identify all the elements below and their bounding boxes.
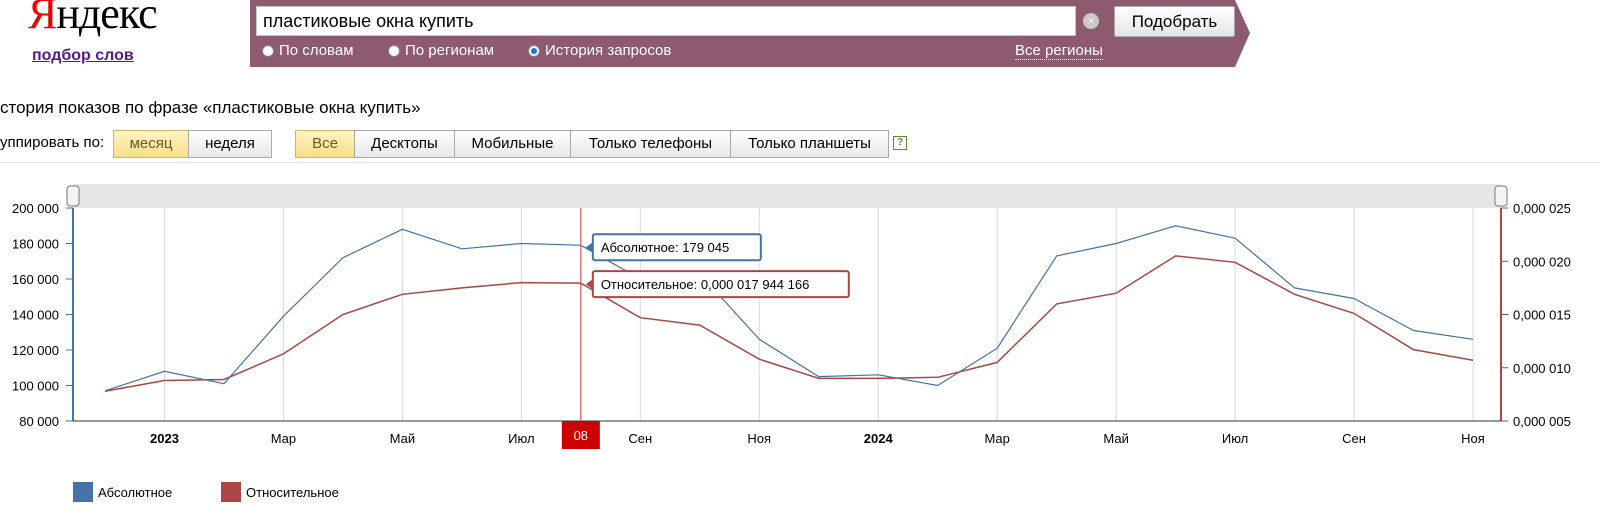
- device-tablets-button[interactable]: Только планшеты: [730, 130, 889, 158]
- radio-icon[interactable]: [262, 45, 274, 57]
- series-line-absolute: [104, 225, 1474, 392]
- device-mobile-button[interactable]: Мобильные: [454, 130, 571, 158]
- y-left-tick-label: 160 000: [12, 272, 59, 287]
- x-tick-label: Ноя: [747, 431, 771, 446]
- x-tick-label: Май: [1103, 431, 1128, 446]
- device-all-button[interactable]: Все: [295, 130, 355, 158]
- legend-label-absolute[interactable]: Абсолютное: [98, 485, 172, 500]
- navigator-left-handle: [66, 185, 80, 207]
- radio-icon[interactable]: [388, 45, 400, 57]
- mode-by-regions[interactable]: По регионам: [388, 43, 494, 59]
- x-tick-label: Июл: [1222, 431, 1248, 446]
- history-chart[interactable]: 2023 Мар Май Июл Сен Ноя 2024 Мар Май Июл Сен Ноя 20…: [0, 180, 1600, 480]
- y-right-tick-label: 0,000 020: [1513, 254, 1571, 269]
- x-tick-label: Июл: [508, 431, 534, 446]
- group-week-button[interactable]: неделя: [188, 130, 272, 158]
- x-tick-label: Мар: [984, 431, 1009, 446]
- x-tick-label: Май: [390, 431, 415, 446]
- y-left-tick-label: 180 000: [12, 237, 59, 252]
- navigator-right-handle: [1494, 185, 1508, 207]
- x-tick-label: Мар: [271, 431, 296, 446]
- radio-selected-icon[interactable]: [528, 45, 540, 57]
- all-regions-link[interactable]: Все регионы: [1015, 43, 1103, 60]
- pick-button[interactable]: Подобрать: [1114, 6, 1235, 37]
- group-by-label: уппировать по:: [0, 134, 105, 151]
- y-left-tick-label: 200 000: [12, 201, 59, 216]
- x-tick-label: Сен: [628, 431, 652, 446]
- group-month-button[interactable]: месяц: [113, 130, 189, 158]
- y-left-tick-label: 140 000: [12, 308, 59, 323]
- navigator-strip: [73, 184, 1501, 208]
- legend-swatch-relative[interactable]: [221, 482, 241, 502]
- wordstat-link[interactable]: подбор слов: [32, 47, 134, 65]
- y-left-tick-label: 100 000: [12, 379, 59, 394]
- y-left-tick-label: 120 000: [12, 343, 59, 358]
- y-left-tick-label: 80 000: [19, 414, 59, 429]
- divider: [0, 162, 1600, 163]
- y-right-tick-label: 0,000 025: [1513, 201, 1571, 216]
- tooltip-absolute-text: Абсолютное: 179 045: [601, 240, 729, 255]
- device-phones-button[interactable]: Только телефоны: [570, 130, 731, 158]
- x-tick-label: 2023: [150, 431, 179, 446]
- x-tick-label: Ноя: [1461, 431, 1485, 446]
- mode-by-words[interactable]: По словам: [262, 43, 354, 59]
- clear-icon[interactable]: ×: [1083, 13, 1099, 29]
- tooltip-relative-text: Относительное: 0,000 017 944 166: [601, 277, 810, 292]
- yandex-logo[interactable]: Яндекс: [28, 0, 158, 36]
- x-tick-label: 2024: [864, 431, 894, 446]
- x-tick-label: Сен: [1342, 431, 1366, 446]
- hover-marker-label: 08: [574, 428, 588, 443]
- y-right-tick-label: 0,000 005: [1513, 414, 1571, 429]
- legend-label-relative[interactable]: Относительное: [246, 485, 339, 500]
- y-right-tick-label: 0,000 010: [1513, 361, 1571, 376]
- legend-swatch-absolute[interactable]: [73, 482, 93, 502]
- help-icon[interactable]: ?: [893, 136, 907, 150]
- y-right-tick-label: 0,000 015: [1513, 308, 1571, 323]
- device-desktop-button[interactable]: Десктопы: [354, 130, 455, 158]
- mode-history[interactable]: История запросов: [528, 43, 671, 59]
- page-title: стория показов по фразе «пластиковые окн…: [0, 98, 421, 117]
- search-input[interactable]: пластиковые окна купить: [256, 6, 1076, 36]
